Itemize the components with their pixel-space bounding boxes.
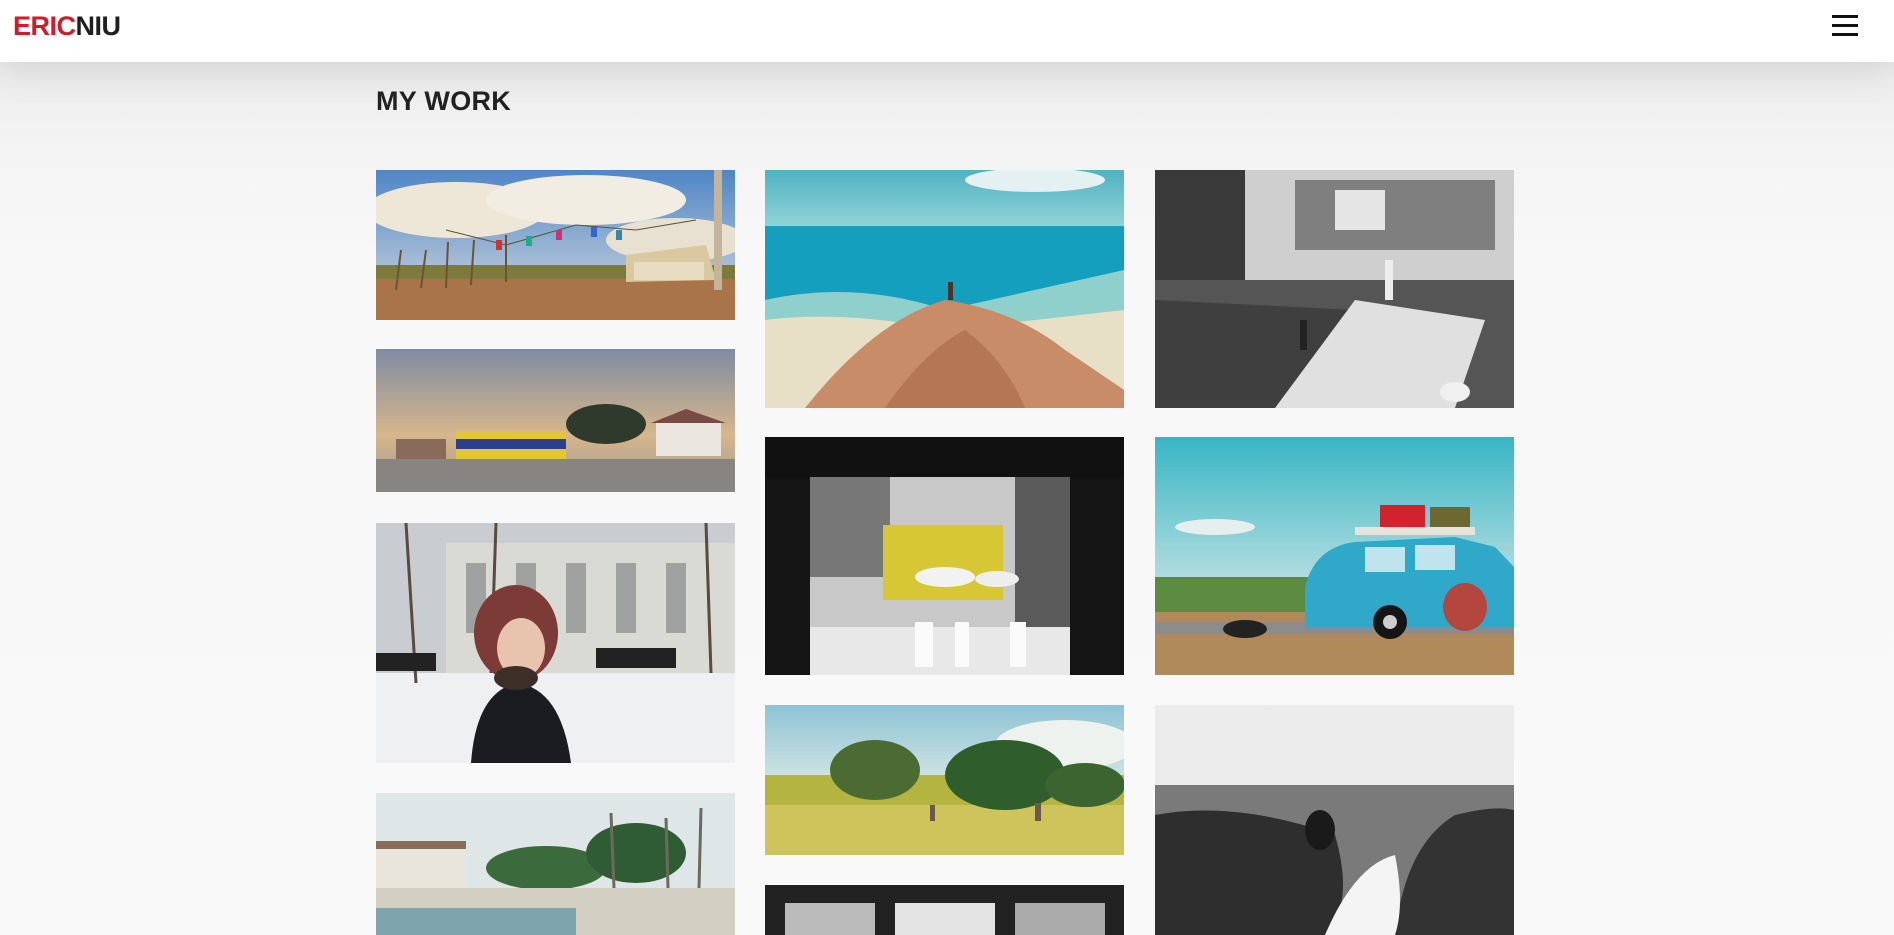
page-title: MY WORK (376, 86, 512, 116)
site-logo[interactable]: ERICNIU (13, 10, 121, 42)
photo-laundry-on-fence[interactable] (376, 170, 735, 320)
photo-ocean-cliff-person[interactable] (765, 170, 1124, 408)
photo-rocky-shore-bw[interactable] (1155, 705, 1514, 935)
photo-dark-interior-bw[interactable] (765, 885, 1124, 935)
logo-first-name: ERIC (13, 11, 76, 41)
photo-window-yellow-wall-bw[interactable] (765, 437, 1124, 675)
photo-yellow-building-dusk[interactable] (376, 349, 735, 492)
logo-last-name: NIU (75, 11, 122, 41)
hamburger-menu-icon[interactable] (1832, 15, 1858, 37)
photo-river-pier-bw[interactable] (1155, 170, 1514, 408)
photo-green-field-people[interactable] (765, 705, 1124, 855)
photo-blue-vintage-car[interactable] (1155, 437, 1514, 675)
photo-palm-waterfront[interactable] (376, 793, 735, 935)
photo-girl-snow-hoodie[interactable] (376, 523, 735, 763)
top-navigation-bar: ERICNIU (0, 0, 1894, 62)
